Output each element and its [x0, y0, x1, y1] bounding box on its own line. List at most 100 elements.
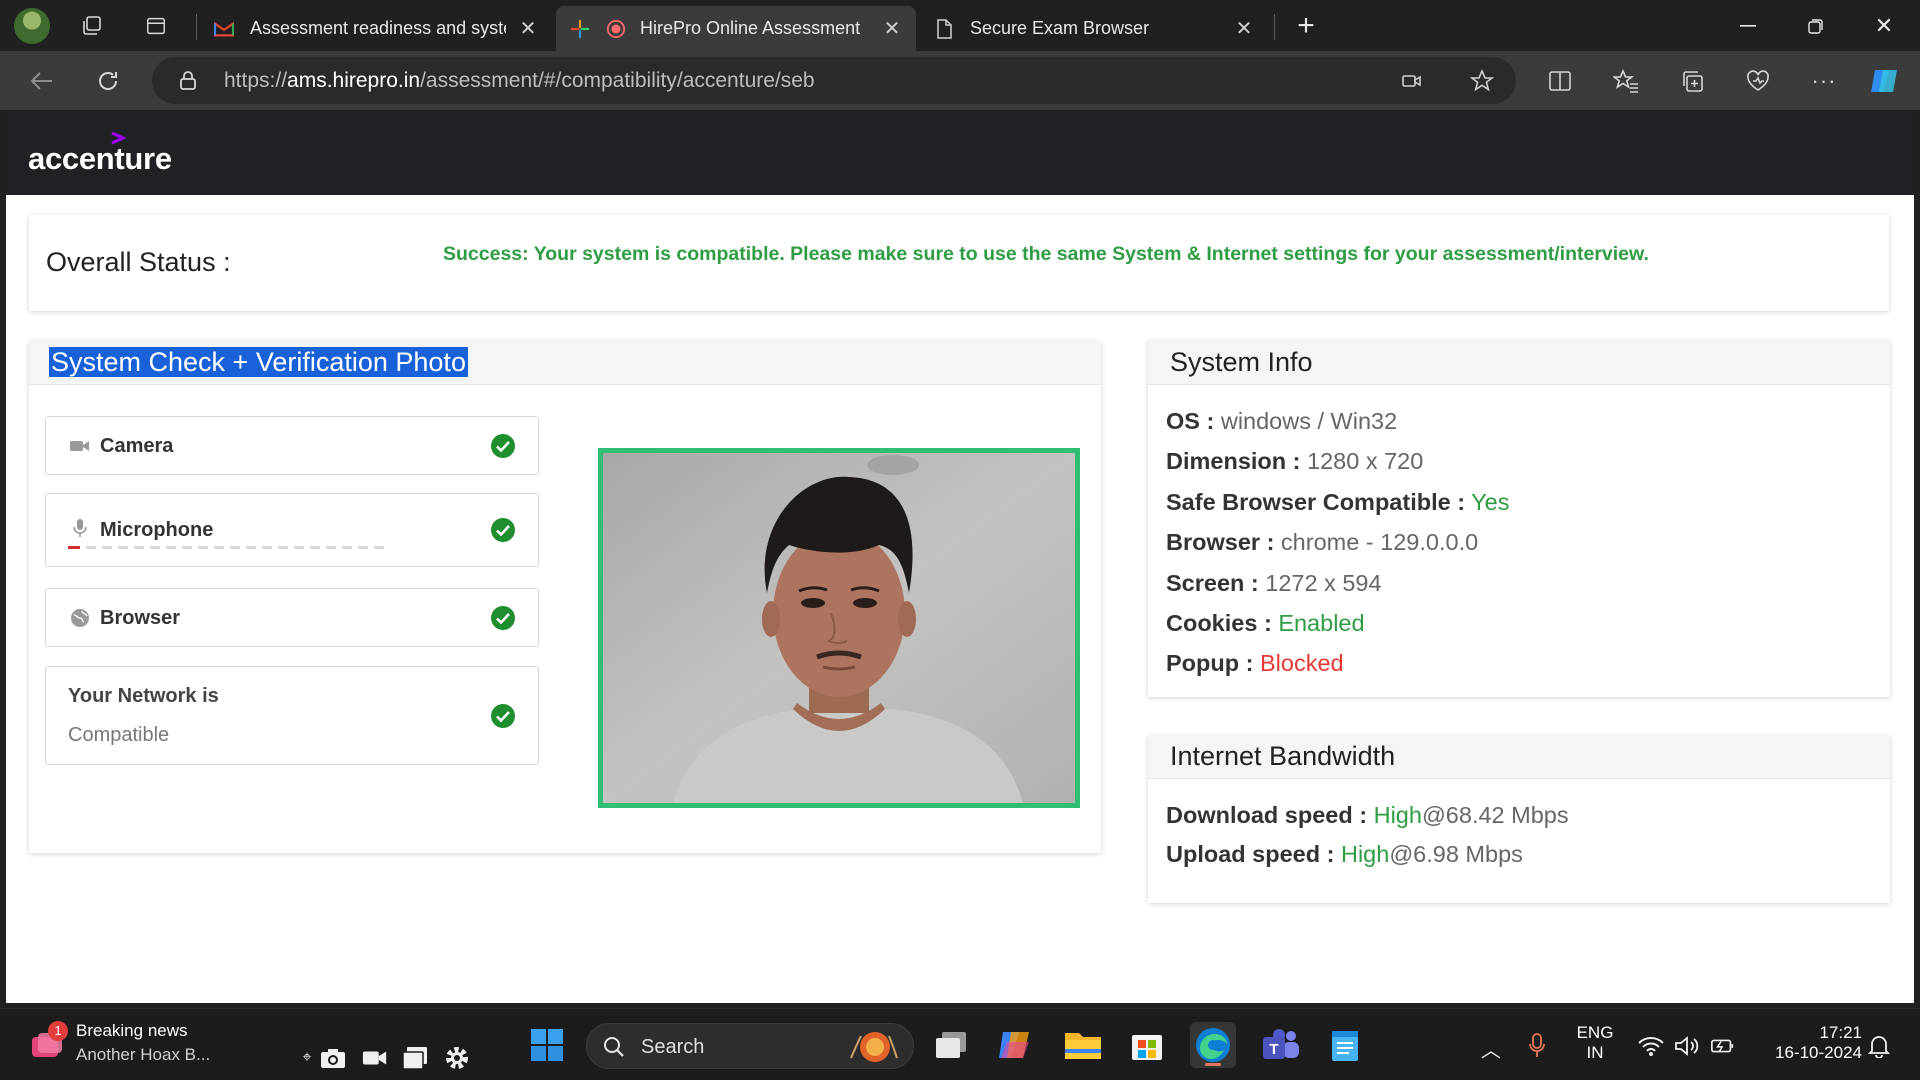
volume-icon[interactable]: [1674, 1033, 1700, 1059]
windows-taskbar: 1 Breaking news Another Hoax B... ⌖ Sear…: [0, 1008, 1920, 1080]
show-hidden-icons-chevron[interactable]: ︿: [1478, 1035, 1504, 1062]
tab-secure-exam[interactable]: Secure Exam Browser ✕: [920, 6, 1268, 51]
favorites-icon[interactable]: [1608, 63, 1644, 99]
video-tray-icon[interactable]: [362, 1045, 388, 1071]
news-badge: 1: [48, 1021, 68, 1041]
browser-tab-strip: Assessment readiness and system ✕ HirePr…: [0, 0, 1920, 51]
page-icon: [934, 18, 954, 39]
tab-title: Secure Exam Browser: [970, 18, 1150, 38]
camera-tray-icon[interactable]: [320, 1045, 346, 1071]
news-subtitle[interactable]: Another Hoax B...: [76, 1045, 210, 1065]
copilot-taskbar-icon[interactable]: [992, 1022, 1038, 1068]
tab-hirepro[interactable]: HirePro Online Assessment ✕: [556, 6, 916, 51]
close-tab-icon[interactable]: ✕: [1234, 16, 1254, 41]
clock[interactable]: 17:21 16-10-2024: [1758, 1023, 1862, 1063]
refresh-icon[interactable]: [90, 63, 126, 99]
new-tab-icon[interactable]: +: [1288, 8, 1324, 44]
restore-icon[interactable]: [1798, 8, 1834, 44]
language-indicator[interactable]: ENG IN: [1574, 1023, 1616, 1063]
tab-actions-icon[interactable]: [142, 12, 170, 40]
workspaces-icon[interactable]: [78, 12, 106, 40]
microphone-label: Microphone: [100, 519, 214, 541]
url-text[interactable]: https://ams.hirepro.in/assessment/#/comp…: [224, 69, 815, 93]
file-explorer-icon[interactable]: [1060, 1022, 1106, 1068]
bandwidth-title: Internet Bandwidth: [1148, 735, 1890, 779]
bandwidth-card: Internet Bandwidth Download speed : High…: [1148, 735, 1890, 903]
overall-status-card: Overall Status : Success: Your system is…: [29, 215, 1889, 311]
cookies-row: Cookies : Enabled: [1166, 610, 1365, 636]
network-status: Compatible: [68, 724, 170, 746]
microsoft-store-icon[interactable]: [1124, 1022, 1170, 1068]
microphone-level-meter: [68, 546, 384, 549]
location-icon[interactable]: ⌖: [294, 1045, 320, 1071]
search-highlight-icon: [850, 1032, 898, 1062]
back-icon[interactable]: [24, 63, 60, 99]
start-button[interactable]: [524, 1022, 570, 1068]
brand-header: accenture: [6, 111, 1914, 195]
overall-status-message: Success: Your system is compatible. Plea…: [443, 243, 1649, 265]
tab-gmail[interactable]: Assessment readiness and system ✕: [200, 6, 552, 51]
favorite-star-icon[interactable]: [1468, 67, 1496, 95]
close-tab-icon[interactable]: ✕: [882, 16, 902, 41]
browser-check: Browser: [45, 588, 539, 647]
browser-toolbar: https://ams.hirepro.in/assessment/#/comp…: [0, 51, 1920, 110]
news-title[interactable]: Breaking news: [76, 1021, 188, 1041]
taskbar-search[interactable]: Search: [586, 1023, 914, 1069]
browser-row: Browser : chrome - 129.0.0.0: [1166, 529, 1479, 555]
system-info-card: System Info OS : windows / Win32 Dimensi…: [1148, 341, 1890, 697]
teams-icon[interactable]: T: [1258, 1022, 1304, 1068]
windows-logo-icon: [531, 1029, 563, 1061]
globe-icon: [71, 609, 89, 627]
camera-icon: [70, 441, 89, 451]
webcam-portrait: [603, 453, 1075, 803]
network-check: Your Network is Compatible: [45, 666, 539, 765]
camera-in-use-icon[interactable]: [1398, 67, 1426, 95]
tab-title: HirePro Online Assessment: [640, 18, 861, 38]
copilot-icon[interactable]: [1866, 63, 1902, 99]
check-circle-icon: [491, 434, 515, 458]
edge-taskbar-icon[interactable]: [1190, 1022, 1236, 1068]
notifications-bell-icon[interactable]: [1866, 1033, 1892, 1059]
system-check-card: System Check + Verification Photo Camera…: [29, 341, 1101, 853]
close-window-icon[interactable]: ✕: [1866, 8, 1902, 44]
check-circle-icon: [491, 704, 515, 728]
notepad-icon[interactable]: [1322, 1022, 1368, 1068]
web-page: accenture Overall Status : Success: Your…: [6, 111, 1914, 1003]
search-label: Search: [641, 1036, 705, 1058]
search-icon: [604, 1037, 624, 1057]
lock-icon[interactable]: [178, 70, 198, 90]
collections-icon[interactable]: [1674, 63, 1710, 99]
verification-photo: [598, 448, 1080, 808]
camera-label: Camera: [100, 435, 174, 457]
gmail-icon: [214, 19, 234, 39]
microphone-check: Microphone: [45, 493, 539, 567]
upload-speed-row: Upload speed : High@6.98 Mbps: [1166, 841, 1523, 867]
svg-text:T: T: [1269, 1041, 1278, 1058]
system-info-title: System Info: [1148, 341, 1890, 385]
hirepro-icon: [570, 19, 590, 39]
accenture-logo: accenture: [28, 141, 172, 176]
microphone-in-use-icon[interactable]: [1524, 1033, 1550, 1059]
task-view-icon[interactable]: [928, 1022, 974, 1068]
address-bar[interactable]: https://ams.hirepro.in/assessment/#/comp…: [152, 57, 1516, 104]
popup-row: Popup : Blocked: [1166, 650, 1344, 676]
browser-essentials-icon[interactable]: [1740, 63, 1776, 99]
network-label: Your Network is: [68, 685, 219, 707]
download-speed-row: Download speed : High@68.42 Mbps: [1166, 802, 1569, 828]
wifi-icon[interactable]: [1638, 1033, 1664, 1059]
browser-label: Browser: [100, 607, 181, 629]
battery-icon[interactable]: [1710, 1033, 1736, 1059]
screen-row: Screen : 1272 x 594: [1166, 570, 1382, 596]
camera-check: Camera: [45, 416, 539, 475]
settings-gear-icon[interactable]: [444, 1045, 470, 1071]
system-check-title: System Check + Verification Photo: [29, 341, 1101, 385]
overall-status-label: Overall Status :: [46, 247, 231, 277]
close-tab-icon[interactable]: ✕: [518, 16, 538, 41]
minimize-icon[interactable]: [1730, 8, 1766, 44]
more-menu-icon[interactable]: ···: [1806, 63, 1842, 99]
split-screen-icon[interactable]: [1542, 63, 1578, 99]
window-tray-icon[interactable]: [402, 1045, 428, 1071]
microphone-icon: [73, 519, 87, 537]
safe-browser-row: Safe Browser Compatible : Yes: [1166, 489, 1510, 515]
profile-avatar[interactable]: [14, 8, 50, 44]
